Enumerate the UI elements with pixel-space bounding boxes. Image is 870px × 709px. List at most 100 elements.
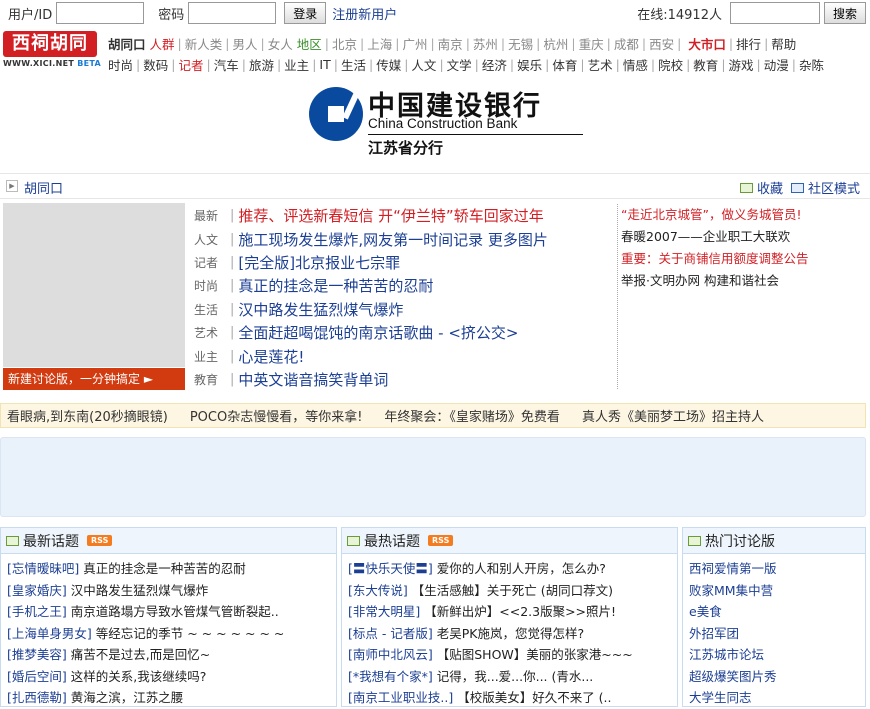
board-tag[interactable]: [忘情暧昧吧] <box>7 561 79 576</box>
nav-category[interactable]: 记者 <box>178 55 203 74</box>
nav-group[interactable]: 新人类 <box>185 34 223 53</box>
new-board-button[interactable]: 新建讨论版，一分钟搞定 ► <box>3 368 185 390</box>
list-item[interactable]: [〓快乐天使〓] 爱你的人和别人开房，怎么办? <box>348 558 677 580</box>
featured-image[interactable] <box>3 203 185 367</box>
nav-city[interactable]: 北京 <box>332 34 357 53</box>
board-link[interactable]: 超级爆笑图片秀 <box>689 666 865 688</box>
password-input[interactable] <box>188 2 277 24</box>
board-tag[interactable]: [南师中北风云] <box>348 647 433 662</box>
ticker-item[interactable]: 真人秀《美丽梦工场》招主持人 <box>582 406 764 425</box>
nav-category[interactable]: 时尚 <box>108 55 133 74</box>
featured-link[interactable]: [完全版]北京报业七宗罪 <box>238 252 400 273</box>
board-tag[interactable]: [推梦美容] <box>7 647 67 662</box>
nav-city[interactable]: 重庆 <box>579 34 604 53</box>
nav-city[interactable]: 苏州 <box>473 34 498 53</box>
board-tag[interactable]: [标点 - 记者版] <box>348 626 433 641</box>
topic-title[interactable]: 汉中路发生猛烈煤气爆炸 <box>71 583 209 598</box>
nav-city[interactable]: 无锡 <box>508 34 533 53</box>
featured-link[interactable]: 真正的挂念是一种苦苦的忍耐 <box>238 275 433 296</box>
topic-title[interactable]: 爱你的人和别人开房，怎么办? <box>437 561 606 576</box>
list-item[interactable]: [忘情暧昧吧] 真正的挂念是一种苦苦的忍耐 <box>7 558 336 580</box>
list-item[interactable]: [上海单身男女] 等经忘记的季节 ~ ~ ~ ~ ~ ~ ~ <box>7 623 336 645</box>
nav-category[interactable]: 教育 <box>693 55 718 74</box>
board-tag[interactable]: [〓快乐天使〓] <box>348 561 433 576</box>
board-tag[interactable]: [非常大明星] <box>348 604 420 619</box>
board-tag[interactable]: [皇家婚庆] <box>7 583 67 598</box>
nav-category[interactable]: 情感 <box>623 55 648 74</box>
topic-title[interactable]: 这样的关系,我该继续吗? <box>71 669 207 684</box>
topic-title[interactable]: 老吴PK施岚，您觉得怎样? <box>437 626 584 641</box>
community-mode-link[interactable]: 社区模式 <box>808 178 860 197</box>
topic-title[interactable]: 黄海之滨，江苏之腰 <box>71 690 184 705</box>
nav-group[interactable]: 女人 <box>268 34 293 53</box>
board-tag[interactable]: [婚后空间] <box>7 669 67 684</box>
board-tag[interactable]: [扎西德勒] <box>7 690 67 705</box>
list-item[interactable]: [皇家婚庆] 汉中路发生猛烈煤气爆炸 <box>7 580 336 602</box>
nav-city[interactable]: 南京 <box>438 34 463 53</box>
board-link[interactable]: 大学生同志 <box>689 687 865 709</box>
notice-item[interactable]: “走近北京城管”，做义务城管员! <box>621 204 867 226</box>
featured-link[interactable]: 心是莲花! <box>238 346 304 367</box>
nav-home[interactable]: 胡同口 <box>108 34 146 53</box>
nav-city[interactable]: 上海 <box>367 34 392 53</box>
featured-link[interactable]: 汉中路发生猛烈煤气爆炸 <box>238 299 403 320</box>
nav-category[interactable]: 传媒 <box>376 55 401 74</box>
board-link[interactable]: 败家MM集中营 <box>689 580 865 602</box>
list-item[interactable]: [*我想有个家*] 记得，我...爱...你... (青水... <box>348 666 677 688</box>
list-item[interactable]: [南京工业职业技..] 【校版美女】好久不来了 (.. <box>348 687 677 709</box>
topic-title[interactable]: 真正的挂念是一种苦苦的忍耐 <box>83 561 246 576</box>
notice-item[interactable]: 重要：关于商铺信用额度调整公告 <box>621 248 867 270</box>
topic-title[interactable]: 等经忘记的季节 ~ ~ ~ ~ ~ ~ ~ <box>96 626 285 641</box>
nav-category[interactable]: 汽车 <box>214 55 239 74</box>
user-input[interactable] <box>56 2 145 24</box>
nav-city[interactable]: 成都 <box>614 34 639 53</box>
register-link[interactable]: 注册新用户 <box>332 4 397 23</box>
notice-item[interactable]: 春暖2007——企业职工大联欢 <box>621 226 867 248</box>
topic-title[interactable]: 【新鲜出炉】<<2.3版聚>>照片! <box>424 604 616 619</box>
site-logo[interactable]: 西祠胡同 <box>3 31 97 57</box>
topic-title[interactable]: 【校版美女】好久不来了 (.. <box>457 690 611 705</box>
board-tag[interactable]: [*我想有个家*] <box>348 669 433 684</box>
featured-link[interactable]: 施工现场发生爆炸,网友第一时间记录 更多图片 <box>238 229 548 250</box>
search-button[interactable]: 搜索 <box>823 2 866 24</box>
featured-link[interactable]: 全面赶超喝馄饨的南京话歌曲 - <挤公交> <box>238 322 518 343</box>
nav-category[interactable]: 生活 <box>341 55 366 74</box>
board-tag[interactable]: [上海单身男女] <box>7 626 92 641</box>
nav-rank[interactable]: 排行 <box>736 34 761 53</box>
rss-icon[interactable]: RSS <box>87 535 113 546</box>
topic-title[interactable]: 记得，我...爱...你... (青水... <box>437 669 594 684</box>
nav-category[interactable]: 艺术 <box>588 55 613 74</box>
topic-title[interactable]: 痛苦不是过去,而是回忆~ <box>71 647 210 662</box>
board-tag[interactable]: [手机之王] <box>7 604 67 619</box>
board-link[interactable]: e美食 <box>689 601 865 623</box>
nav-help[interactable]: 帮助 <box>771 34 796 53</box>
board-tag[interactable]: [东大传说] <box>348 583 408 598</box>
topic-title[interactable]: 【生活感触】关于死亡 (胡同口荐文) <box>412 583 613 598</box>
nav-group[interactable]: 男人 <box>232 34 257 53</box>
list-item[interactable]: [扎西德勒] 黄海之滨，江苏之腰 <box>7 687 336 709</box>
topic-title[interactable]: 南京道路塌方导致水管煤气管断裂起.. <box>71 604 279 619</box>
nav-category[interactable]: 动漫 <box>764 55 789 74</box>
nav-people[interactable]: 人群 <box>150 34 175 53</box>
login-button[interactable]: 登录 <box>284 2 327 24</box>
breadcrumb[interactable]: 胡同口 <box>24 178 63 197</box>
ticker-item[interactable]: POCO杂志慢慢看，等你来拿! <box>190 406 363 425</box>
featured-link[interactable]: 中英文谐音搞笑背单词 <box>238 369 388 390</box>
favorite-link[interactable]: 收藏 <box>757 178 783 197</box>
search-input[interactable] <box>729 2 820 24</box>
list-item[interactable]: [婚后空间] 这样的关系,我该继续吗? <box>7 666 336 688</box>
list-item[interactable]: [东大传说] 【生活感触】关于死亡 (胡同口荐文) <box>348 580 677 602</box>
nav-city[interactable]: 广州 <box>402 34 427 53</box>
nav-city[interactable]: 西安 <box>649 34 674 53</box>
rss-icon[interactable]: RSS <box>428 535 454 546</box>
nav-category[interactable]: 文学 <box>447 55 472 74</box>
nav-category[interactable]: 人文 <box>411 55 436 74</box>
nav-category[interactable]: 体育 <box>552 55 577 74</box>
nav-category[interactable]: 娱乐 <box>517 55 542 74</box>
ticker-item[interactable]: 看眼病,到东南(20秒摘眼镜) <box>7 406 168 425</box>
nav-category[interactable]: 游戏 <box>729 55 754 74</box>
list-item[interactable]: [推梦美容] 痛苦不是过去,而是回忆~ <box>7 644 336 666</box>
list-item[interactable]: [非常大明星] 【新鲜出炉】<<2.3版聚>>照片! <box>348 601 677 623</box>
list-item[interactable]: [标点 - 记者版] 老吴PK施岚，您觉得怎样? <box>348 623 677 645</box>
ccb-banner-ad[interactable]: 中国建设银行 China Construction Bank 江苏省分行 <box>300 82 590 160</box>
